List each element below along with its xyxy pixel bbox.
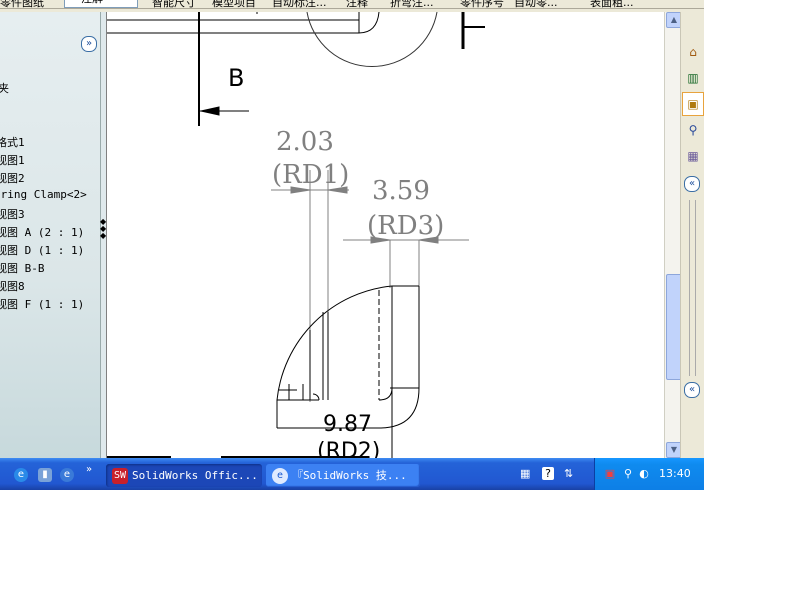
toolbar-item[interactable]: 智能尺寸 xyxy=(152,0,196,8)
command-manager-toolbar: 零件图纸 注解 智能尺寸 模型项目 自动标注... 注释 折弯注... 零件序号… xyxy=(0,0,704,9)
outlook-icon[interactable]: e xyxy=(60,468,74,482)
language-options-icon[interactable]: ⇅ xyxy=(564,467,573,480)
media-icon[interactable]: ▮ xyxy=(38,468,52,482)
network-icon[interactable]: ▣ xyxy=(603,467,617,481)
dimension-ref-2[interactable]: (RD3) xyxy=(367,211,444,241)
file-explorer-icon[interactable]: ▣ xyxy=(682,92,704,116)
dimension-lines xyxy=(271,170,469,402)
expand-pane-icon[interactable]: « xyxy=(684,176,700,192)
tree-item-spring-clamp[interactable]: pring Clamp<2> xyxy=(0,188,87,201)
toolbar-item[interactable]: 零件序号 xyxy=(460,0,504,8)
splitter-grip-icon[interactable]: ◆ ◆ ◆ xyxy=(100,218,106,242)
keyboard-icon[interactable]: ▦ xyxy=(520,467,530,480)
tree-item-view-d[interactable]: 视图 D (1 : 1) xyxy=(0,242,84,258)
help-icon[interactable]: ? xyxy=(542,467,554,480)
top-geometry xyxy=(107,12,485,126)
taskbar-button-label: SolidWorks Offic... xyxy=(132,469,258,482)
library-icon[interactable]: ▥ xyxy=(682,66,704,90)
feature-manager-tree: » 夹 格式1 视图1 视图2 pring Clamp<2> 视图3 视图 A … xyxy=(0,12,101,458)
tree-item-view8[interactable]: 视图8 xyxy=(0,278,25,294)
solidworks-icon: SW xyxy=(112,468,128,484)
toolbar-combo[interactable]: 注解 xyxy=(64,0,138,8)
system-tray: ▣ ⚲ ◐ 13:40 xyxy=(594,458,704,490)
task-pane-tabs: ⌂ ▥ ▣ ⚲ ▦ « « xyxy=(680,12,704,458)
tree-item-view1[interactable]: 视图1 xyxy=(0,152,25,168)
dimension-ref-1[interactable]: (RD1) xyxy=(272,160,349,190)
toolbar-item[interactable]: 模型项目 xyxy=(212,0,256,8)
dimension-value-2[interactable]: 3.59 xyxy=(372,176,430,206)
tree-item-view3[interactable]: 视图3 xyxy=(0,206,25,222)
ie-icon[interactable]: e xyxy=(14,468,28,482)
toolbar-item[interactable]: 表面粗... xyxy=(590,0,634,8)
clock[interactable]: 13:40 xyxy=(659,467,691,480)
dimension-value-3[interactable]: 9.87 xyxy=(323,412,372,437)
tree-item-view-a[interactable]: 视图 A (2 : 1) xyxy=(0,224,84,240)
tree-item-view-f[interactable]: 视图 F (1 : 1) xyxy=(0,296,84,312)
tree-item-view-bb[interactable]: 视图 B-B xyxy=(0,260,45,276)
toolbar-item[interactable]: 折弯注... xyxy=(390,0,434,8)
drawing-sheet: B 2.03 (RD1) 3.59 (RD3) 9.87 (RD2) xyxy=(107,12,485,458)
toolbar-item[interactable]: 自动零... xyxy=(514,0,558,8)
toolbar-item[interactable]: 注释 xyxy=(346,0,368,8)
quick-launch-chevron-icon[interactable]: » xyxy=(86,464,92,475)
vertical-scrollbar[interactable]: ▲ ▼ xyxy=(664,12,682,458)
toolbar-item[interactable]: 零件图纸 xyxy=(0,0,44,8)
taskbar-button-browser[interactable]: e 『SolidWorks 技... xyxy=(266,464,420,487)
dimension-ref-3[interactable]: (RD2) xyxy=(317,439,380,458)
pane-slider[interactable] xyxy=(689,200,696,376)
volume-icon[interactable]: ◐ xyxy=(637,467,651,481)
tree-item-view2[interactable]: 视图2 xyxy=(0,170,25,186)
home-icon[interactable]: ⌂ xyxy=(682,40,704,64)
toolbar-combo-value: 注解 xyxy=(81,0,103,6)
part-profile xyxy=(107,285,420,458)
ie-icon: e xyxy=(272,468,288,484)
language-bar: ▦ ? ⇅ xyxy=(516,464,586,488)
windows-taskbar: e ▮ e » SW SolidWorks Offic... e 『SolidW… xyxy=(0,458,704,490)
collapse-tree-icon[interactable]: » xyxy=(81,36,97,52)
collapse-pane-icon[interactable]: « xyxy=(684,382,700,398)
toolbar-item[interactable]: 自动标注... xyxy=(272,0,327,8)
drawing-canvas[interactable]: B 2.03 (RD1) 3.59 (RD3) 9.87 (RD2) xyxy=(106,12,665,458)
dimension-value-1[interactable]: 2.03 xyxy=(276,127,334,157)
tree-item-sheet-format[interactable]: 格式1 xyxy=(0,134,25,150)
taskbar-button-label: 『SolidWorks 技... xyxy=(292,469,407,482)
palette-icon[interactable]: ▦ xyxy=(682,144,704,168)
tree-item-folder[interactable]: 夹 xyxy=(0,80,9,96)
taskbar-button-solidworks[interactable]: SW SolidWorks Offic... xyxy=(106,464,262,487)
section-label[interactable]: B xyxy=(228,64,244,92)
app-window: 零件图纸 注解 智能尺寸 模型项目 自动标注... 注释 折弯注... 零件序号… xyxy=(0,0,704,490)
search-icon[interactable]: ⚲ xyxy=(621,467,635,481)
search-icon[interactable]: ⚲ xyxy=(682,118,704,142)
